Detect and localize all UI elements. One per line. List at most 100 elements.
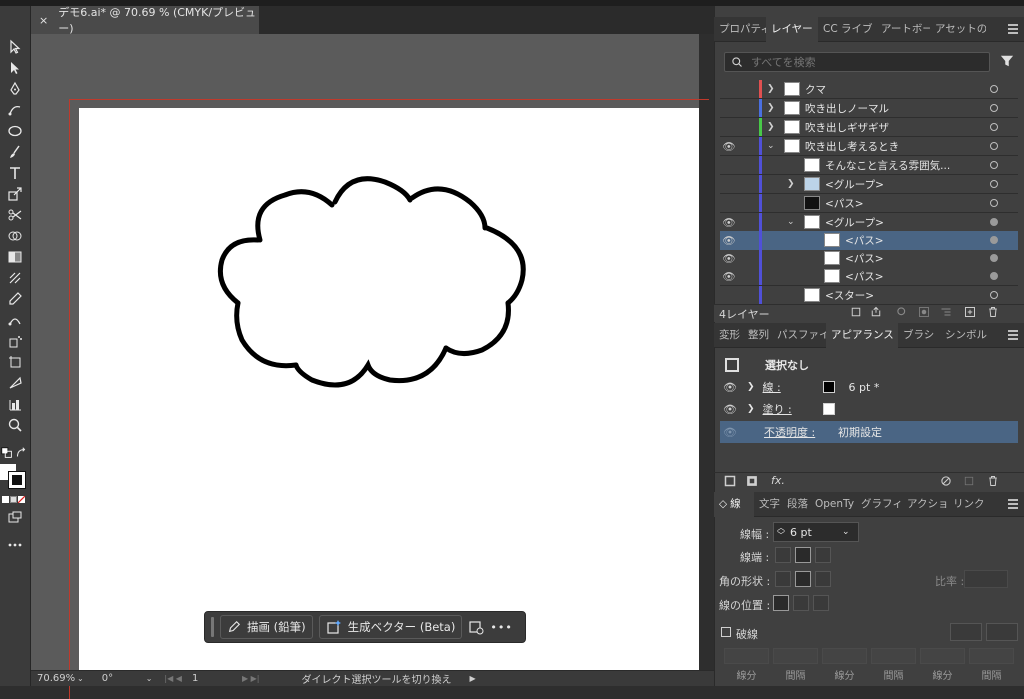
tab-opentype[interactable]: OpenTy: [810, 492, 856, 517]
locate-object-icon[interactable]: [896, 306, 908, 318]
gap-field[interactable]: [773, 648, 818, 664]
tab-transform[interactable]: 変形: [714, 323, 743, 348]
visibility-eye-icon[interactable]: 👁︎: [723, 426, 737, 439]
layer-row[interactable]: <パス>: [720, 194, 1018, 213]
swap-colors-icon[interactable]: [14, 444, 28, 462]
expand-arrow-icon[interactable]: ❯: [747, 404, 755, 414]
new-sublayer-icon[interactable]: [940, 306, 952, 318]
thought-bubble[interactable]: [200, 160, 540, 400]
layer-name[interactable]: <パス>: [845, 269, 884, 284]
visibility-eye-icon[interactable]: 👁︎: [722, 234, 736, 247]
blend-tool-icon[interactable]: [5, 311, 25, 329]
tab-symbols[interactable]: シンボル: [940, 323, 990, 348]
add-new-fill-icon[interactable]: [746, 475, 758, 487]
projecting-cap-icon[interactable]: [815, 547, 831, 563]
visibility-eye-icon[interactable]: 👁︎: [722, 252, 736, 265]
weight-stepper-icon[interactable]: ︿ ﹀: [777, 524, 785, 540]
stroke-weight-value[interactable]: 6 pt *: [849, 381, 880, 394]
layer-name[interactable]: 吹き出し考えるとき: [805, 139, 899, 154]
target-circle-icon[interactable]: [990, 236, 998, 245]
appearance-panel-menu-icon[interactable]: [1008, 330, 1018, 340]
target-circle-icon[interactable]: [990, 180, 998, 189]
layer-row[interactable]: <スター>: [720, 286, 1018, 305]
target-circle-icon[interactable]: [990, 272, 998, 281]
bubble-top[interactable]: [332, 176, 413, 205]
tab-paragraph[interactable]: 段落: [782, 492, 810, 517]
image-settings-icon[interactable]: [468, 619, 484, 635]
symbol-sprayer-tool-icon[interactable]: [5, 332, 25, 350]
rotation-dropdown-icon[interactable]: ⌄: [146, 674, 153, 683]
none-mode-icon[interactable]: [18, 496, 25, 503]
layer-name[interactable]: <パス>: [825, 196, 864, 211]
dash-preserve-icon[interactable]: [950, 623, 982, 641]
target-circle-icon[interactable]: [990, 85, 998, 94]
zoom-tool-icon[interactable]: [5, 416, 25, 434]
drag-handle[interactable]: [211, 617, 214, 637]
bubble-left[interactable]: [217, 237, 261, 306]
fill-label[interactable]: 塗り :: [763, 401, 823, 417]
curvature-tool-icon[interactable]: [5, 101, 25, 119]
round-join-icon[interactable]: [795, 571, 811, 587]
layer-row[interactable]: ❯ <グループ>: [720, 175, 1018, 194]
dash-field[interactable]: [822, 648, 867, 664]
selection-tool-icon[interactable]: [5, 38, 25, 56]
fill-attribute-row[interactable]: 👁︎ ❯ 塗り :: [720, 398, 1018, 420]
bubble-top-left[interactable]: [255, 189, 335, 243]
expand-arrow-icon[interactable]: ❯: [767, 103, 775, 113]
delete-layer-icon[interactable]: [987, 306, 999, 318]
dash-align-icon[interactable]: [986, 623, 1018, 641]
stroke-label[interactable]: 線 :: [763, 379, 823, 395]
opacity-attribute-row[interactable]: 👁︎ 不透明度 : 初期設定: [720, 421, 1018, 443]
fill-color-swatch[interactable]: [822, 403, 835, 415]
layer-row-selected[interactable]: 👁︎ <パス>: [720, 231, 1018, 250]
paintbrush-tool-icon[interactable]: [5, 143, 25, 161]
layers-search[interactable]: [724, 52, 990, 72]
expand-arrow-icon[interactable]: ❯: [787, 179, 795, 189]
target-circle-icon[interactable]: [990, 218, 998, 227]
butt-cap-icon[interactable]: [775, 547, 791, 563]
tab-artboards[interactable]: アートボー: [876, 17, 930, 42]
tab-character[interactable]: 文字: [754, 492, 782, 517]
layer-row[interactable]: ❯ 吹き出しノーマル: [720, 99, 1018, 118]
generative-vector-button[interactable]: 生成ベクター (Beta): [318, 615, 463, 639]
stroke-swatch[interactable]: [8, 471, 26, 489]
align-outside-icon[interactable]: [813, 595, 829, 611]
layer-row[interactable]: 👁︎ ⌄ 吹き出し考えるとき: [720, 137, 1018, 156]
weight-dropdown-icon[interactable]: ⌄: [842, 527, 850, 537]
layer-name[interactable]: 吹き出しノーマル: [805, 101, 889, 116]
duplicate-item-icon[interactable]: [963, 475, 975, 487]
visibility-eye-icon[interactable]: 👁︎: [723, 381, 737, 394]
layer-row[interactable]: ❯ クマ: [720, 80, 1018, 99]
tab-brushes[interactable]: ブラシ: [898, 323, 940, 348]
bevel-join-icon[interactable]: [815, 571, 831, 587]
target-circle-icon[interactable]: [990, 104, 998, 113]
search-input[interactable]: [751, 55, 951, 69]
status-menu-icon[interactable]: ▶: [470, 674, 476, 683]
gap-field[interactable]: [871, 648, 916, 664]
shape-builder-tool-icon[interactable]: [5, 227, 25, 245]
gap-field[interactable]: [969, 648, 1014, 664]
tab-pathfinder[interactable]: パスファイ: [772, 323, 826, 348]
delete-item-icon[interactable]: [987, 475, 999, 487]
dashed-line-label[interactable]: 破線: [736, 626, 758, 642]
artboard-tool-icon[interactable]: [5, 353, 25, 371]
layers-panel-menu-icon[interactable]: [1008, 24, 1018, 34]
document-tab[interactable]: × デモ6.ai* @ 70.69 % (CMYK/プレビュー): [31, 6, 259, 35]
clear-appearance-icon[interactable]: [940, 475, 952, 487]
bubble-bottom[interactable]: [293, 345, 449, 388]
tab-stroke[interactable]: ◇ 線: [714, 491, 754, 517]
slice-tool-icon[interactable]: [5, 374, 25, 392]
layer-name[interactable]: <スター>: [825, 288, 874, 303]
ratio-field[interactable]: [964, 570, 1008, 588]
tab-asset-export[interactable]: アセットの: [930, 17, 986, 42]
more-tools-icon[interactable]: [5, 536, 25, 554]
new-layer-icon[interactable]: [964, 306, 976, 318]
weight-field[interactable]: ︿ ﹀ 6 pt ⌄: [773, 522, 859, 542]
tab-align[interactable]: 整列: [743, 323, 772, 348]
close-tab-icon[interactable]: ×: [39, 14, 48, 27]
export-icon[interactable]: [870, 306, 882, 318]
direct-selection-tool-icon[interactable]: [5, 59, 25, 77]
tab-properties[interactable]: プロパティ: [714, 17, 766, 42]
layer-name[interactable]: <パス>: [845, 233, 884, 248]
stroke-attribute-row[interactable]: 👁︎ ❯ 線 : 6 pt *: [720, 376, 1018, 398]
